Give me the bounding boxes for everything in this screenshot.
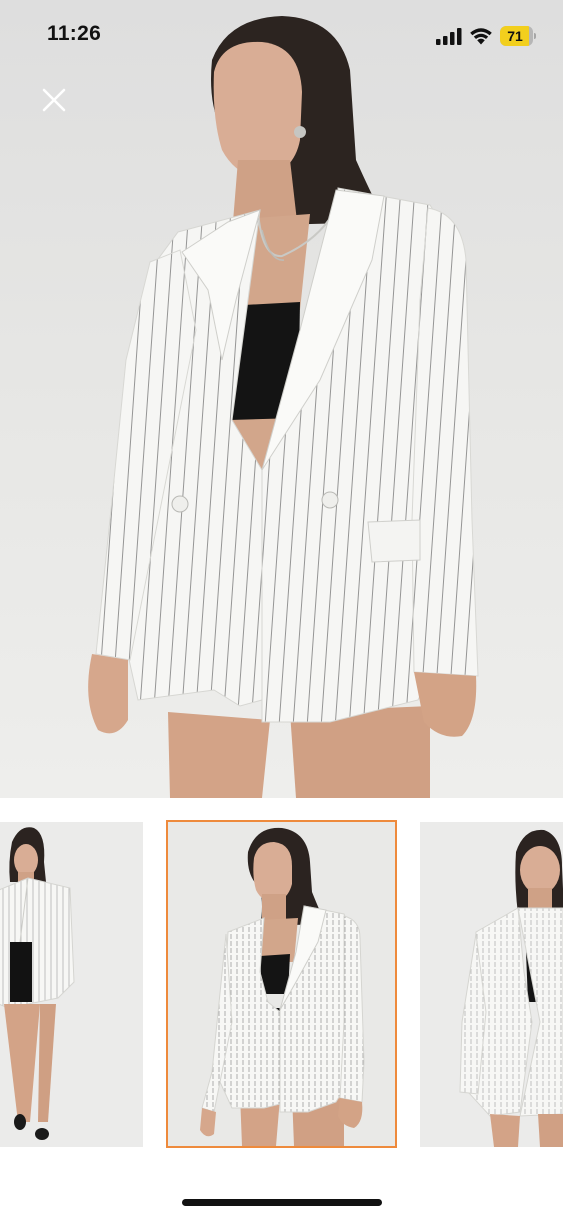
close-button[interactable] bbox=[38, 84, 70, 116]
main-product-photo[interactable] bbox=[0, 0, 563, 798]
thumbnail-image bbox=[0, 827, 75, 1140]
battery-indicator: 71 bbox=[500, 26, 536, 46]
battery-percentage: 71 bbox=[507, 28, 523, 44]
home-indicator[interactable] bbox=[182, 1199, 382, 1206]
thumbnail-2-selected[interactable] bbox=[166, 820, 397, 1148]
thumbnail-image bbox=[168, 822, 395, 1146]
cellular-signal-icon bbox=[436, 28, 462, 45]
thumbnail-3[interactable] bbox=[420, 822, 563, 1147]
battery-cap bbox=[534, 33, 536, 39]
thumbnail-image bbox=[459, 829, 563, 1147]
status-bar: 11:26 71 bbox=[0, 0, 563, 72]
status-time: 11:26 bbox=[47, 22, 102, 45]
thumbnail-strip[interactable] bbox=[0, 818, 563, 1150]
model-illustration bbox=[88, 16, 479, 798]
wifi-icon bbox=[470, 28, 492, 45]
close-icon bbox=[42, 88, 66, 112]
thumbnail-1[interactable] bbox=[0, 822, 143, 1147]
